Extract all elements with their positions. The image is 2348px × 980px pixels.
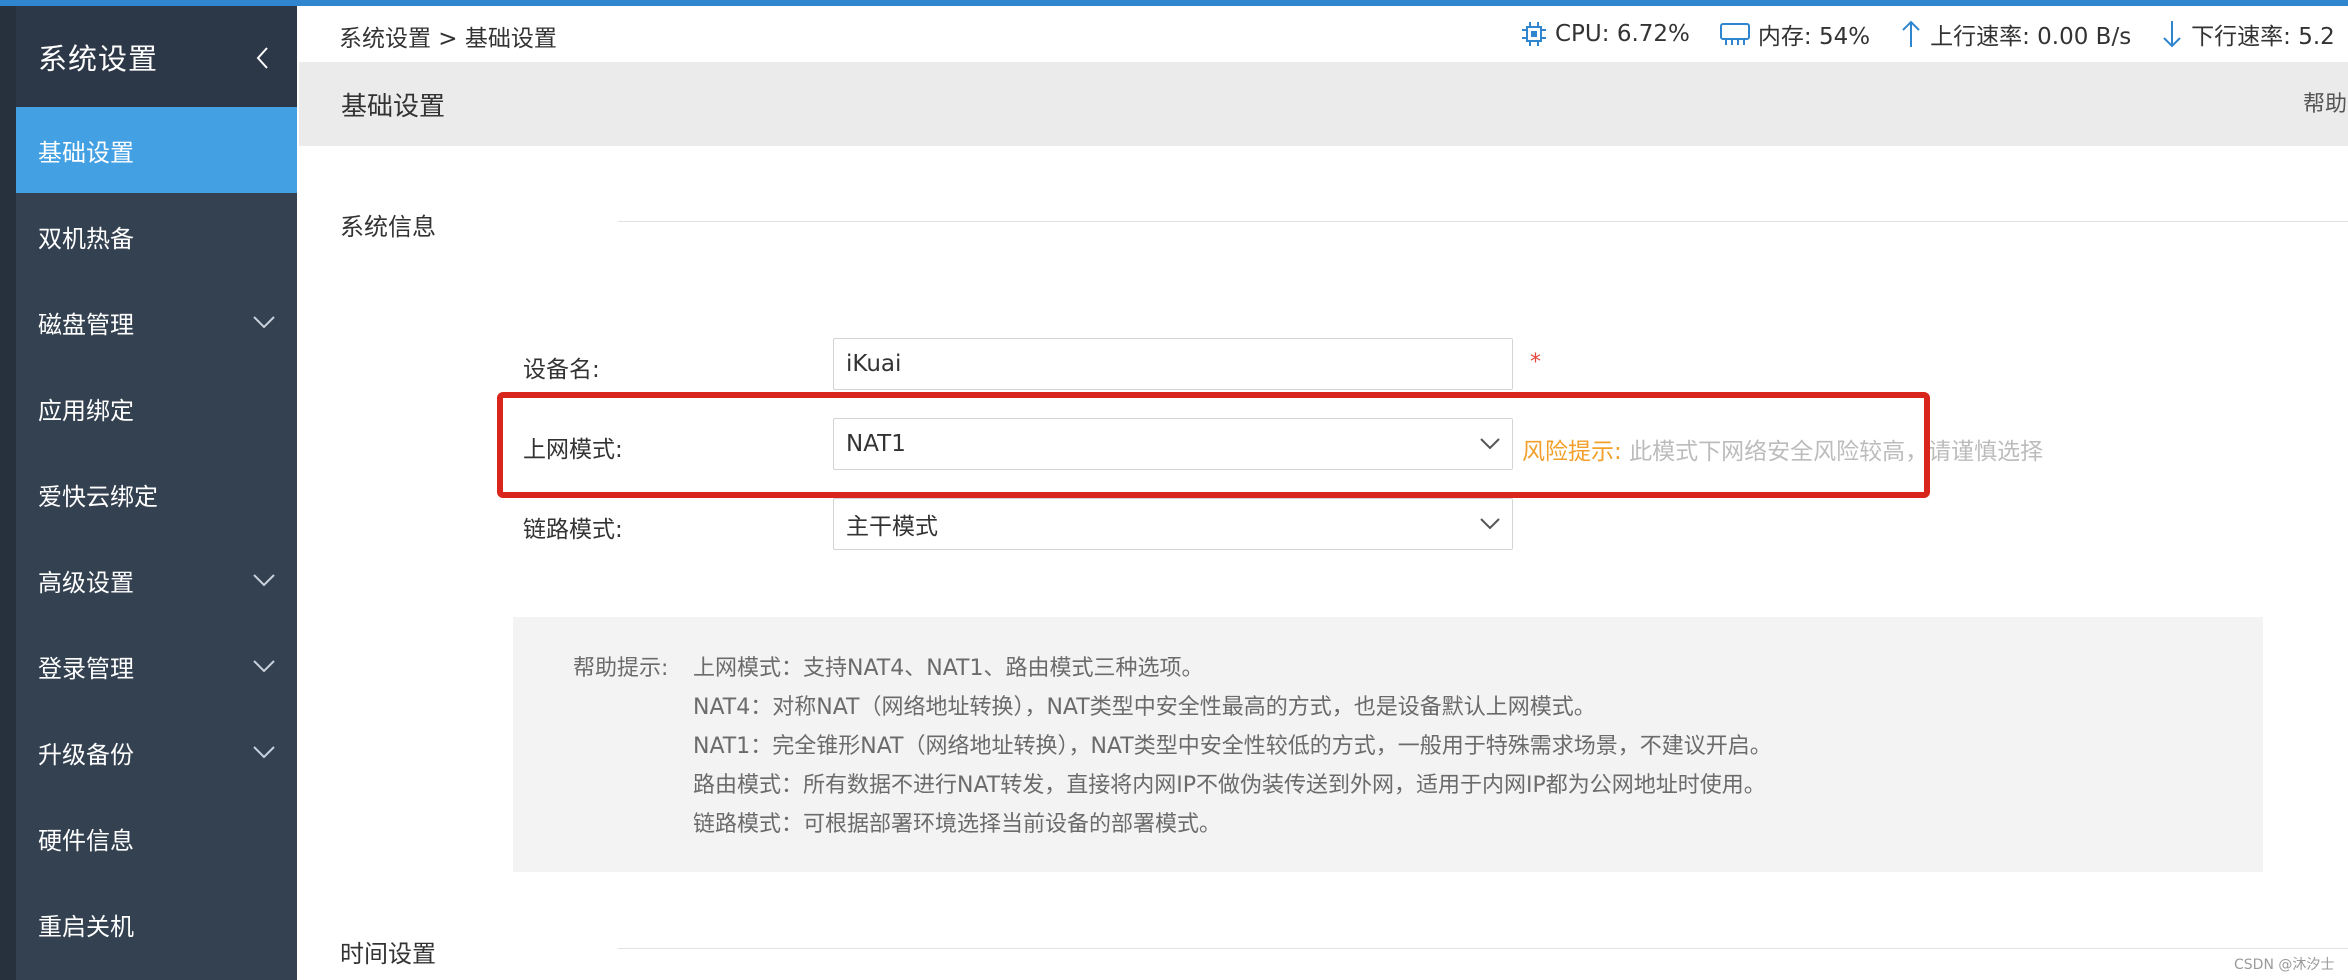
collapse-left-icon[interactable] <box>251 44 275 72</box>
help-panel: 帮助提示: 上网模式：支持NAT4、NAT1、路由模式三种选项。 NAT4：对称… <box>513 617 2263 872</box>
risk-warning-text: 此模式下网络安全风险较高，请谨慎选择 <box>1629 439 2044 465</box>
download-status: 下行速率: 5.2 <box>2159 17 2335 51</box>
chevron-down-icon <box>253 574 275 587</box>
sidebar-item-upgrade-backup[interactable]: 升级备份 <box>16 709 297 795</box>
sidebar-item-label: 重启关机 <box>38 912 134 941</box>
link-mode-label: 链路模式: <box>523 517 623 543</box>
breadcrumb: 系统设置 > 基础设置 <box>339 26 557 52</box>
section-title-system-info: 系统信息 <box>340 213 436 241</box>
chevron-down-icon <box>1480 518 1500 530</box>
sidebar-item-reboot-shutdown[interactable]: 重启关机 <box>16 881 297 967</box>
memory-status: 内存: 54% <box>1718 17 1870 51</box>
app-root: 系统设置 基础设置 双机热备 磁盘管理 应用绑定 爱快云绑定 高级设置 登录管理… <box>0 0 2348 980</box>
risk-warning: 风险提示: 此模式下网络安全风险较高，请谨慎选择 <box>1522 432 2043 466</box>
chevron-down-icon <box>253 316 275 329</box>
watermark: CSDN @沐汐士 <box>2234 957 2335 973</box>
upload-arrow-icon <box>1902 20 1920 47</box>
sidebar-item-advanced-settings[interactable]: 高级设置 <box>16 537 297 623</box>
sidebar-item-label: 登录管理 <box>38 654 134 683</box>
sidebar-nav: 基础设置 双机热备 磁盘管理 应用绑定 爱快云绑定 高级设置 登录管理 升级备份… <box>16 107 297 967</box>
section-divider <box>618 948 2348 949</box>
help-line: 上网模式：支持NAT4、NAT1、路由模式三种选项。 <box>693 656 1204 681</box>
help-line: 路由模式：所有数据不进行NAT转发，直接将内网IP不做伪装传送到外网，适用于内网… <box>693 773 1766 798</box>
cpu-status: CPU: 6.72% <box>1519 19 1690 49</box>
section-title-time-settings: 时间设置 <box>340 940 436 968</box>
sidebar-item-label: 硬件信息 <box>38 826 134 855</box>
upload-rate: 上行速率: 0.00 B/s <box>1930 24 2132 50</box>
internet-mode-label: 上网模式: <box>523 437 623 463</box>
internet-mode-select[interactable]: NAT1 <box>833 418 1513 470</box>
sidebar-item-basic-settings[interactable]: 基础设置 <box>16 107 297 193</box>
sidebar-item-hot-standby[interactable]: 双机热备 <box>16 193 297 279</box>
upload-status: 上行速率: 0.00 B/s <box>1898 17 2131 51</box>
help-line: NAT1：完全锥形NAT（网络地址转换），NAT类型中安全性较低的方式，一般用于… <box>693 734 1772 759</box>
required-mark: * <box>1530 350 1541 375</box>
page-title: 基础设置 <box>341 92 446 122</box>
link-mode-value: 主干模式 <box>846 514 938 540</box>
download-rate: 下行速率: 5.2 <box>2191 24 2335 50</box>
help-line: 链路模式：可根据部署环境选择当前设备的部署模式。 <box>693 812 1222 837</box>
chevron-down-icon <box>1480 438 1500 450</box>
sidebar-item-label: 应用绑定 <box>38 396 134 425</box>
sidebar-item-ikuai-cloud-binding[interactable]: 爱快云绑定 <box>16 451 297 537</box>
sidebar-item-disk-management[interactable]: 磁盘管理 <box>16 279 297 365</box>
sidebar-item-label: 基础设置 <box>38 138 134 167</box>
sidebar-item-label: 磁盘管理 <box>38 310 134 339</box>
cpu-icon <box>1522 22 1546 46</box>
chevron-down-icon <box>253 660 275 673</box>
sidebar-item-label: 高级设置 <box>38 568 134 597</box>
internet-mode-value: NAT1 <box>846 431 906 457</box>
device-name-input[interactable] <box>846 339 1512 389</box>
sidebar-header: 系统设置 <box>16 6 297 107</box>
sidebar-item-hardware-info[interactable]: 硬件信息 <box>16 795 297 881</box>
sidebar-stripe <box>0 6 16 980</box>
sidebar-item-label: 双机热备 <box>38 224 134 253</box>
device-name-label: 设备名: <box>523 357 600 383</box>
chevron-down-icon <box>253 746 275 759</box>
sidebar-item-login-management[interactable]: 登录管理 <box>16 623 297 709</box>
topbar: 系统设置 > 基础设置 CPU: 6.72% 内存: 54% 上行速率: 0.0… <box>297 6 2348 62</box>
section-divider <box>618 221 2348 222</box>
risk-warning-label: 风险提示: <box>1522 439 1622 465</box>
sidebar-item-label: 爱快云绑定 <box>38 482 158 511</box>
sidebar-item-app-binding[interactable]: 应用绑定 <box>16 365 297 451</box>
sidebar-item-label: 升级备份 <box>38 740 134 769</box>
link-mode-select[interactable]: 主干模式 <box>833 498 1513 550</box>
status-area: CPU: 6.72% 内存: 54% 上行速率: 0.00 B/s 下行速率: … <box>1519 17 2348 51</box>
help-line: NAT4：对称NAT（网络地址转换），NAT类型中安全性最高的方式，也是设备默认… <box>693 695 1596 720</box>
device-name-field[interactable] <box>833 338 1513 390</box>
cpu-usage: CPU: 6.72% <box>1555 21 1690 47</box>
memory-usage: 内存: 54% <box>1757 24 1871 50</box>
help-link[interactable]: 帮助 <box>2303 86 2347 118</box>
sidebar-title: 系统设置 <box>38 41 159 76</box>
help-prefix: 帮助提示: <box>573 656 669 681</box>
page-header: 基础设置 帮助 <box>299 62 2348 146</box>
download-arrow-icon <box>2163 21 2181 48</box>
memory-icon <box>1719 23 1750 45</box>
